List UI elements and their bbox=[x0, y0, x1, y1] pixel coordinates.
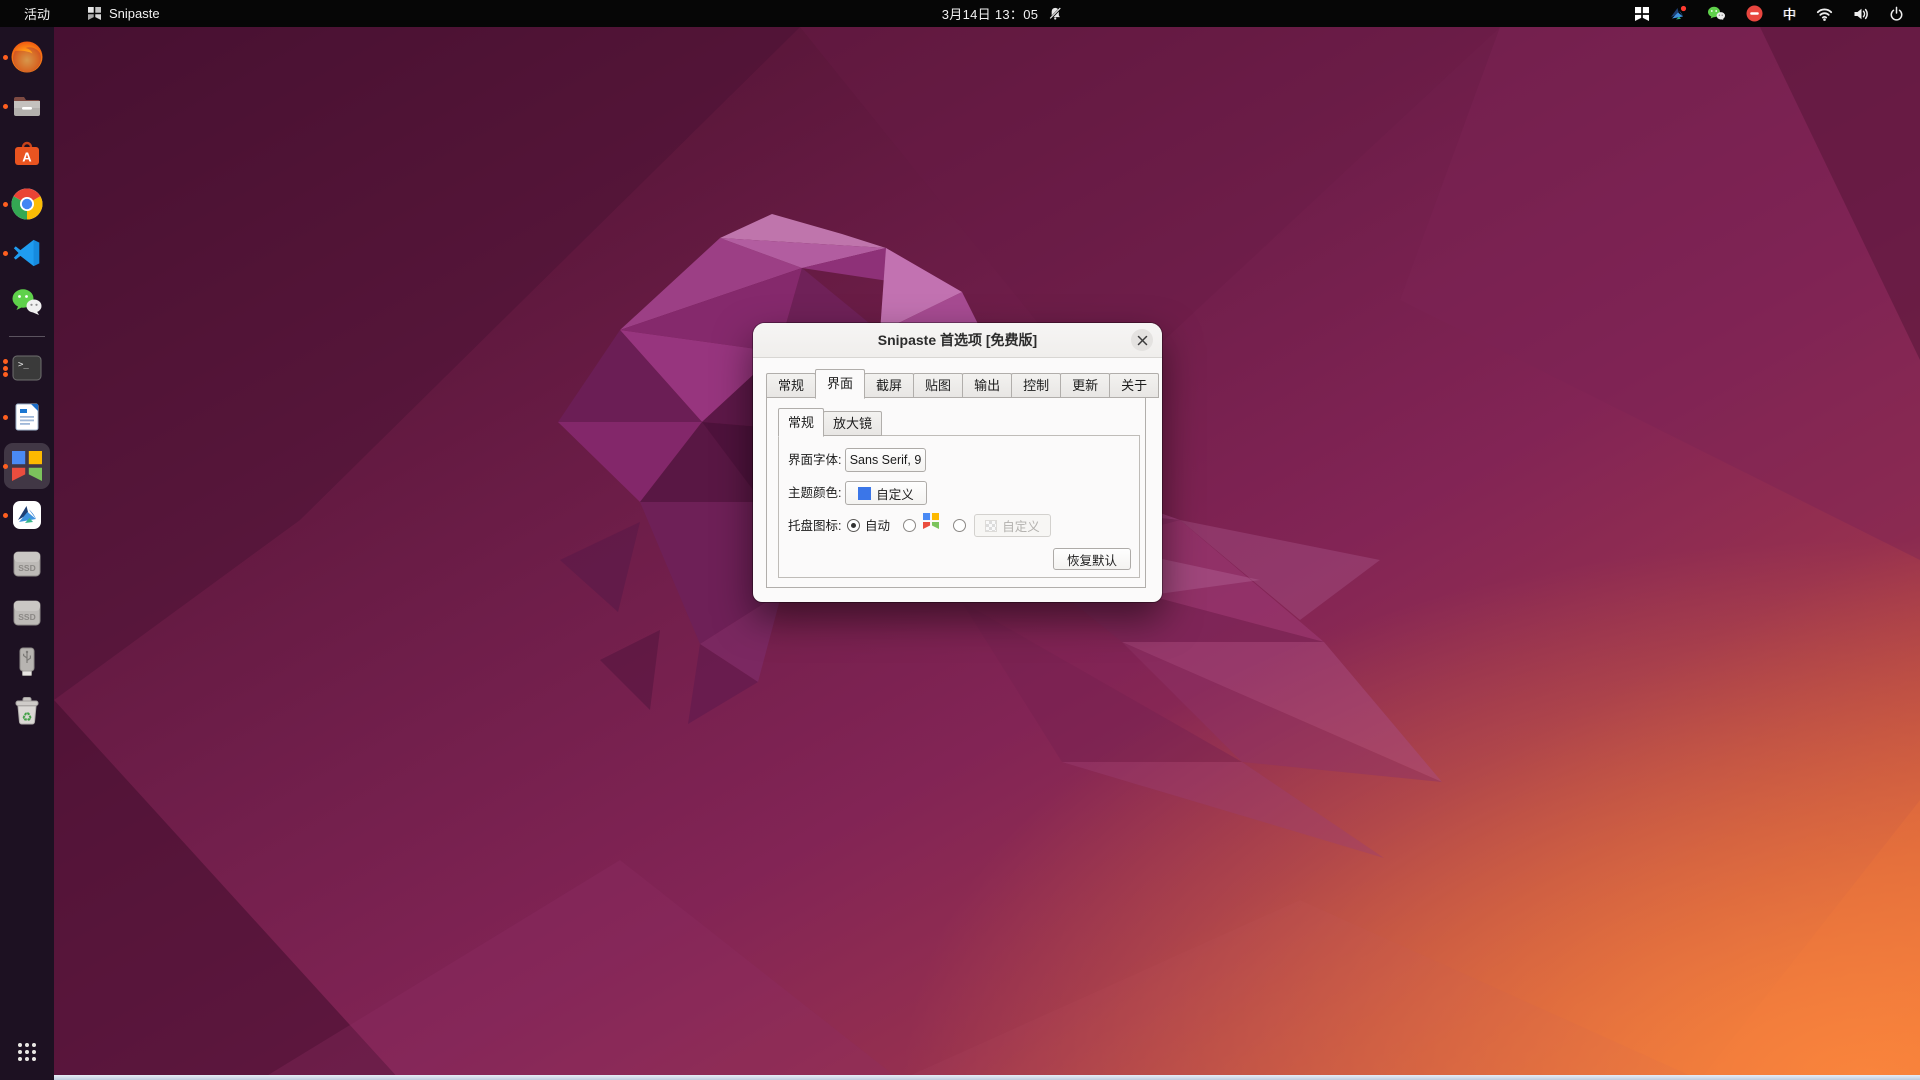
dock-item-firefox[interactable] bbox=[0, 40, 54, 74]
dock-item-ssd-drive-2[interactable]: SSD bbox=[0, 596, 54, 630]
dock-item-snipaste[interactable] bbox=[0, 449, 54, 483]
focused-app-name: Snipaste bbox=[109, 6, 160, 21]
bell-muted-icon bbox=[1047, 6, 1062, 21]
theme-color-button[interactable]: 自定义 bbox=[845, 481, 927, 505]
snipaste-tray-icon[interactable] bbox=[1635, 7, 1649, 21]
subtab-magnifier[interactable]: 放大镜 bbox=[823, 411, 882, 436]
tray-icon-color-radio[interactable] bbox=[903, 519, 916, 532]
volume-icon[interactable] bbox=[1853, 7, 1869, 21]
tab-output[interactable]: 输出 bbox=[962, 373, 1012, 398]
dock-separator bbox=[9, 336, 45, 337]
tab-paste[interactable]: 贴图 bbox=[913, 373, 963, 398]
restore-defaults-button[interactable]: 恢复默认 bbox=[1053, 548, 1131, 570]
clock-label: 3月14日 13：05 bbox=[942, 4, 1039, 23]
dock-item-terminal[interactable]: >_ bbox=[0, 351, 54, 385]
close-icon bbox=[1137, 335, 1148, 346]
restore-defaults-label: 恢复默认 bbox=[1067, 550, 1117, 569]
dialog-tab-bar: 常规 界面 截屏 贴图 输出 控制 更新 关于 bbox=[766, 368, 1159, 398]
dock-item-vscode[interactable] bbox=[0, 236, 54, 270]
subtab-general[interactable]: 常规 bbox=[778, 408, 824, 437]
svg-text:A: A bbox=[22, 150, 32, 165]
tray-icon-auto-label: 自动 bbox=[865, 517, 890, 535]
wifi-icon[interactable] bbox=[1816, 7, 1833, 21]
transparent-swatch bbox=[985, 520, 997, 532]
bird-app-tray-icon[interactable] bbox=[1669, 5, 1687, 22]
theme-color-label: 主题颜色: bbox=[788, 484, 841, 502]
usb-drive-icon bbox=[10, 645, 44, 679]
svg-text:♻: ♻ bbox=[22, 710, 33, 724]
dock-item-files[interactable] bbox=[0, 89, 54, 123]
interface-general-group: 界面字体: Sans Serif, 9 主题颜色: 自定义 托盘图标: 自动 bbox=[778, 435, 1140, 578]
tab-interface[interactable]: 界面 bbox=[815, 369, 865, 399]
focused-app-menu[interactable]: Snipaste bbox=[88, 6, 160, 21]
tab-control[interactable]: 控制 bbox=[1011, 373, 1061, 398]
wechat-tray-icon[interactable] bbox=[1707, 6, 1726, 21]
theme-color-swatch bbox=[858, 487, 871, 500]
ssd-drive-icon: SSD bbox=[10, 596, 44, 630]
desktop: 活动 Snipaste 3月14日 13：05 bbox=[0, 0, 1920, 1080]
tray-icon-label: 托盘图标: bbox=[788, 517, 841, 535]
tray-icon-custom-button[interactable]: 自定义 bbox=[974, 514, 1051, 537]
vscode-icon bbox=[11, 237, 43, 269]
firefox-icon bbox=[10, 40, 44, 74]
dock-item-ssd-drive-1[interactable]: SSD bbox=[0, 547, 54, 581]
ubuntu-software-icon: A bbox=[10, 138, 44, 172]
tray-icon-custom-button-label: 自定义 bbox=[1002, 516, 1040, 535]
bird-app-icon bbox=[10, 498, 44, 532]
dialog-titlebar[interactable]: Snipaste 首选项 [免费版] bbox=[753, 323, 1162, 358]
tab-pane-interface: 常规 放大镜 界面字体: Sans Serif, 9 主题颜色: 自定义 托盘图… bbox=[766, 397, 1146, 588]
dock-item-bird-app[interactable] bbox=[0, 498, 54, 532]
interface-font-value: Sans Serif, 9 bbox=[850, 453, 922, 467]
svg-text:SSD: SSD bbox=[18, 563, 35, 573]
dock-item-trash[interactable]: ♻ bbox=[0, 694, 54, 728]
tab-screenshot[interactable]: 截屏 bbox=[864, 373, 914, 398]
dock-item-chrome[interactable] bbox=[0, 187, 54, 221]
snipaste-icon bbox=[12, 451, 42, 481]
dock-item-ubuntu-software[interactable]: A bbox=[0, 138, 54, 172]
app-grid-icon bbox=[16, 1041, 38, 1063]
dock-item-libreoffice-writer[interactable] bbox=[0, 400, 54, 434]
wechat-icon bbox=[10, 285, 44, 319]
snipaste-color-pin-icon bbox=[923, 513, 939, 532]
wallpaper-bottom-strip bbox=[54, 1075, 1920, 1080]
tab-general[interactable]: 常规 bbox=[766, 373, 816, 398]
dock-item-wechat[interactable] bbox=[0, 285, 54, 319]
do-not-disturb-icon[interactable] bbox=[1746, 5, 1763, 22]
tray-icon-custom-radio[interactable] bbox=[953, 519, 966, 532]
dock-item-usb-drive[interactable] bbox=[0, 645, 54, 679]
svg-text:SSD: SSD bbox=[18, 612, 35, 622]
interface-subtab-bar: 常规 放大镜 bbox=[778, 406, 882, 436]
activities-button[interactable]: 活动 bbox=[16, 2, 58, 25]
snipaste-preferences-window: Snipaste 首选项 [免费版] 常规 界面 截屏 贴图 输出 控制 更新 … bbox=[753, 323, 1162, 602]
top-bar: 活动 Snipaste 3月14日 13：05 bbox=[0, 0, 1920, 27]
input-method-indicator[interactable]: 中 bbox=[1783, 4, 1796, 23]
dock: A bbox=[0, 27, 54, 1080]
snipaste-app-icon bbox=[88, 7, 101, 20]
files-icon bbox=[10, 89, 44, 123]
tray-icon-auto-radio[interactable] bbox=[847, 519, 860, 532]
svg-text:>_: >_ bbox=[18, 360, 29, 370]
close-button[interactable] bbox=[1131, 329, 1153, 351]
chrome-icon bbox=[10, 187, 44, 221]
power-icon[interactable] bbox=[1889, 6, 1904, 21]
clock-menu[interactable]: 3月14日 13：05 bbox=[942, 4, 1063, 23]
theme-color-button-label: 自定义 bbox=[876, 484, 914, 503]
interface-font-button[interactable]: Sans Serif, 9 bbox=[845, 448, 926, 472]
ssd-drive-icon: SSD bbox=[10, 547, 44, 581]
tab-update[interactable]: 更新 bbox=[1060, 373, 1110, 398]
show-applications-button[interactable] bbox=[0, 1030, 54, 1074]
libreoffice-writer-icon bbox=[10, 400, 44, 434]
tab-about[interactable]: 关于 bbox=[1109, 373, 1159, 398]
trash-icon: ♻ bbox=[10, 694, 44, 728]
terminal-icon: >_ bbox=[10, 351, 44, 385]
interface-font-label: 界面字体: bbox=[788, 451, 841, 469]
dialog-title: Snipaste 首选项 [免费版] bbox=[878, 330, 1037, 350]
